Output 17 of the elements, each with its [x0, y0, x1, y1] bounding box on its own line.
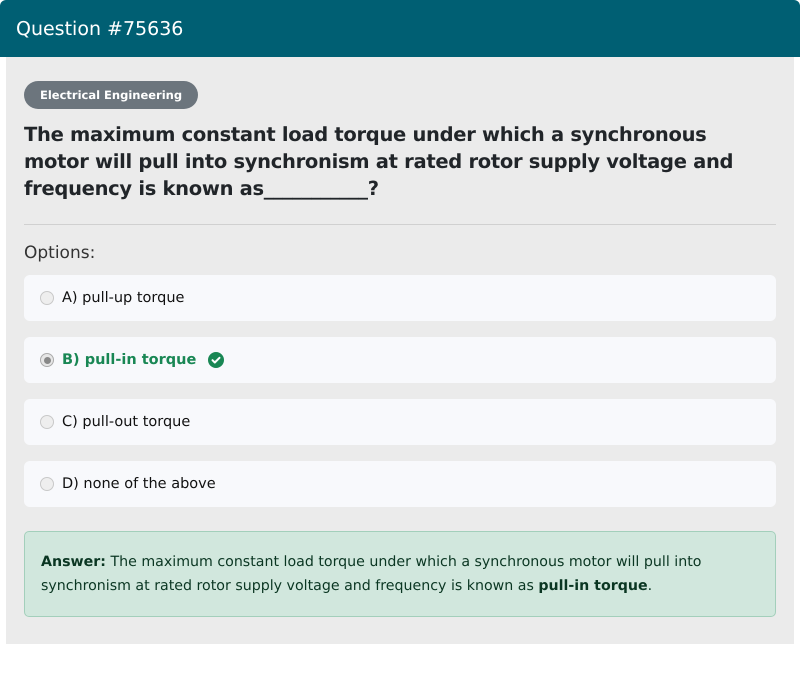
option-item[interactable]: B) pull-in torque — [24, 337, 776, 383]
question-title: Question #75636 — [16, 18, 184, 40]
radio-button[interactable] — [40, 291, 54, 305]
option-item[interactable]: C) pull-out torque — [24, 399, 776, 445]
category-badge: Electrical Engineering — [24, 81, 198, 109]
options-label: Options: — [24, 243, 96, 263]
option-item[interactable]: A) pull-up torque — [24, 275, 776, 321]
radio-button[interactable] — [40, 353, 54, 367]
option-text: A) pull-up torque — [62, 290, 184, 306]
radio-button[interactable] — [40, 415, 54, 429]
option-text: B) pull-in torque — [62, 352, 196, 368]
option-item[interactable]: D) none of the above — [24, 461, 776, 507]
question-text: The maximum constant load torque under which a synchronous motor will pull into synchronism at rated rotor supply voltage and frequency is known as___________? — [24, 122, 734, 202]
answer-text: Answer: The maximum constant load torque under which a synchronous motor will pull into synchronism at rated rotor supply voltage and frequency is known as pull-in torque. — [24, 531, 776, 617]
option-text: C) pull-out torque — [62, 414, 190, 430]
radio-button[interactable] — [40, 477, 54, 491]
option-text: D) none of the above — [62, 476, 216, 492]
